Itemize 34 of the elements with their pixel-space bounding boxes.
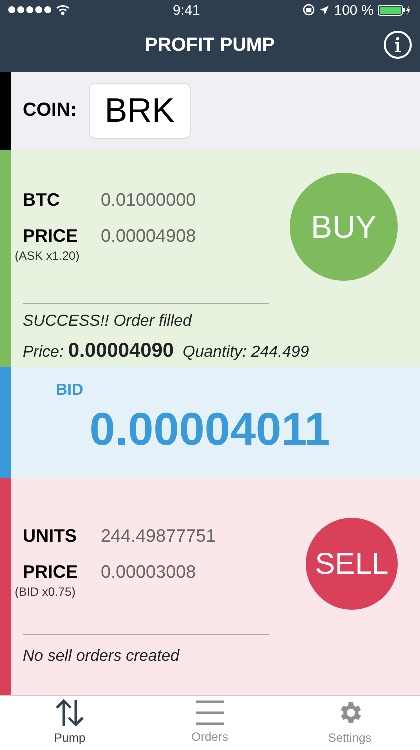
field-label: UNITS [23,525,78,548]
order-details: Price: 0.00004090 Quantity: 244.499 [23,339,310,364]
battery-percent: 100 % [334,0,374,20]
buy-button[interactable]: BUY [290,173,398,281]
field-label: BTC [23,189,61,212]
status-time: 9:41 [173,0,200,20]
field-sublabel: (ASK x1.20) [15,248,81,264]
sell-status: No sell orders created [23,647,181,667]
tab-bar-item[interactable]: Pump [0,696,140,750]
wifi-icon [56,5,70,15]
field-value: 0.01000000 [101,189,196,212]
bid-label: BID [56,381,84,401]
info-button[interactable] [384,31,412,59]
field-value: 0.00003008 [101,561,196,584]
orientation-lock-icon [303,4,316,16]
field-label: PRICE [23,561,80,584]
app-title: PROFIT PUMP [145,34,275,58]
tab-bar-item[interactable]: Orders [140,696,280,750]
sell-button[interactable]: SELL [306,518,398,610]
field-value: 244.49877751 [101,525,216,548]
field-label: PRICE [23,225,80,248]
tab-bar-item[interactable]: Settings [280,696,420,750]
up-down-arrows-icon [55,699,85,727]
order-status: SUCCESS!! Order filled [23,312,194,332]
field-sublabel: (BID x0.75) [15,584,77,600]
coin-field[interactable]: BRK [88,83,191,139]
menu-icon [195,700,225,726]
info-icon [394,37,402,53]
battery-icon [378,4,412,16]
location-icon [319,4,330,16]
coin-label: COIN: [23,98,77,123]
bid-value: 0.00004011 [90,403,330,455]
field-value: 0.00004908 [101,225,196,248]
signal-icon [8,6,52,14]
